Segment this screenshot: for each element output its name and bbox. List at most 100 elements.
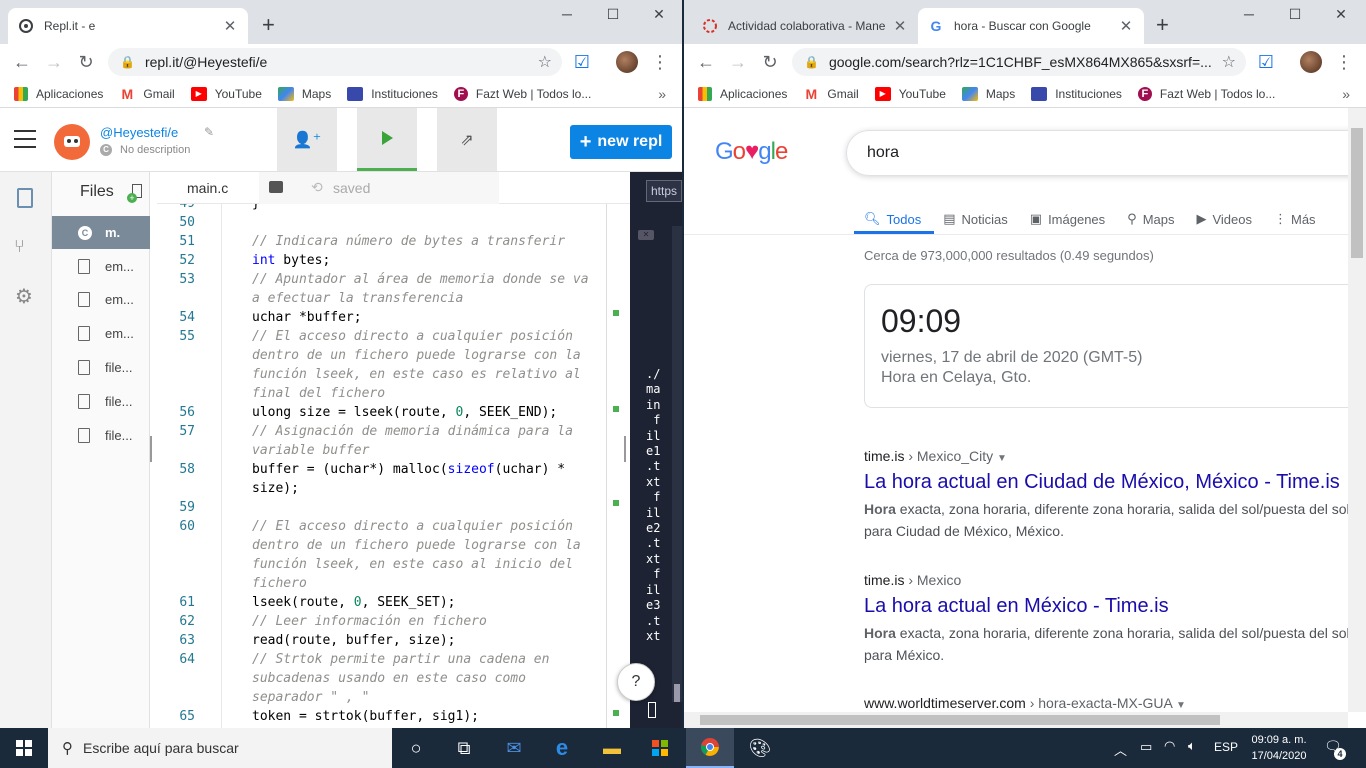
result-2-title[interactable]: La hora actual en México - Time.is (864, 595, 1169, 618)
vertical-scroll-thumb[interactable] (1351, 128, 1363, 258)
tab-replit[interactable]: Repl.it - e ✕ (8, 8, 248, 44)
bookmarks-more-icon[interactable]: » (658, 86, 666, 102)
maximize-button[interactable]: ☐ (1280, 6, 1310, 23)
repl-name[interactable]: @Heyestefi/e (100, 125, 178, 140)
bookmark-star-icon[interactable]: ☆ (1217, 52, 1236, 72)
google-logo[interactable]: Go♥gle (715, 138, 788, 166)
taskbar-clock[interactable]: 09:09 a. m. 17/04/2020 (1244, 732, 1314, 764)
clear-console-icon[interactable]: ✕ (638, 230, 654, 240)
panel-resize-handle[interactable] (150, 436, 152, 462)
horizontal-scrollbar[interactable] (684, 712, 1348, 728)
add-file-icon[interactable]: + (127, 184, 142, 203)
paint-icon[interactable]: 🎨︎ (736, 728, 784, 768)
new-tab-button[interactable]: + (1156, 14, 1169, 36)
tab-maps[interactable]: ⚲ Maps (1127, 211, 1174, 227)
language-indicator[interactable]: ESP (1214, 740, 1238, 754)
bookmark-gmail[interactable]: M Gmail (803, 86, 859, 102)
file-item[interactable]: file... (52, 351, 150, 384)
code-area[interactable]: 49} 50 51 // Indicara número de bytes a tra… (157, 204, 607, 728)
tab-imagenes[interactable]: ▣ Imágenes (1030, 211, 1105, 227)
dropdown-caret-icon[interactable]: ▼ (1176, 700, 1186, 711)
bookmark-youtube[interactable]: ▶ YouTube (874, 86, 946, 101)
files-icon[interactable] (17, 188, 33, 208)
task-view-icon[interactable]: ⧉ (440, 728, 488, 768)
file-item[interactable]: file... (52, 385, 150, 418)
bookmark-apps[interactable]: Aplicaciones (698, 86, 787, 101)
bookmark-maps[interactable]: Maps (277, 86, 331, 101)
invite-user-button[interactable]: 👤⁺ (277, 108, 337, 171)
menu-kebab-icon[interactable]: ⋮ (648, 50, 672, 74)
windows-start-icon[interactable] (0, 728, 48, 768)
extension-check-icon[interactable]: ☑ (1254, 50, 1278, 74)
tab-videos[interactable]: ▶ Videos (1196, 211, 1252, 227)
profile-avatar[interactable] (1300, 51, 1322, 73)
minimize-button[interactable]: ─ (1234, 6, 1264, 22)
wifi-icon[interactable]: ◠ (1164, 738, 1175, 754)
forward-arrow-icon[interactable]: → (42, 50, 66, 74)
edit-pencil-icon[interactable]: ✎ (204, 125, 214, 139)
result-1-title[interactable]: La hora actual en Ciudad de México, Méxi… (864, 471, 1340, 494)
bookmarks-more-icon[interactable]: » (1342, 86, 1350, 102)
editor-scrollbar-track[interactable] (606, 204, 607, 728)
file-item[interactable]: file... (52, 419, 150, 452)
result-2-url[interactable]: time.is › Mexico (864, 572, 961, 588)
console-resize-handle[interactable] (624, 436, 626, 462)
address-bar[interactable]: 🔒 google.com/search?rlz=1C1CHBF_esMX864M… (792, 48, 1246, 76)
mail-icon[interactable]: ✉ (490, 728, 538, 768)
reload-icon[interactable]: ↻ (758, 50, 782, 74)
version-control-icon[interactable]: ⑂ (14, 236, 25, 257)
run-button[interactable] (357, 108, 417, 171)
file-item[interactable]: em... (52, 250, 150, 283)
bookmark-maps[interactable]: Maps (961, 86, 1015, 101)
address-bar[interactable]: 🔒 repl.it/@Heyestefi/e ☆ (108, 48, 562, 76)
back-arrow-icon[interactable]: ← (694, 50, 718, 74)
bookmark-star-icon[interactable]: ☆ (538, 52, 552, 72)
extension-check-icon[interactable]: ☑ (570, 50, 594, 74)
settings-gear-icon[interactable]: ⚙ (15, 284, 33, 309)
profile-avatar[interactable] (616, 51, 638, 73)
vertical-scrollbar[interactable] (1348, 108, 1366, 712)
cortana-icon[interactable]: ○ (392, 728, 440, 768)
tab-google-search[interactable]: G hora - Buscar con Google ✕ (918, 8, 1144, 44)
dropdown-caret-icon[interactable]: ▼ (997, 453, 1007, 464)
chrome-icon[interactable] (686, 728, 734, 768)
minimize-button[interactable]: ─ (552, 6, 582, 22)
bookmark-fazt[interactable]: F Fazt Web | Todos lo... (1137, 86, 1275, 101)
store-icon[interactable] (636, 728, 684, 768)
new-tab-button[interactable]: + (262, 14, 275, 36)
bookmark-apps[interactable]: Aplicaciones (14, 86, 103, 101)
editor-tab-main-c[interactable]: main.c (187, 180, 228, 196)
bookmark-instituciones[interactable]: Instituciones (1031, 86, 1122, 101)
new-repl-button[interactable]: + new repl (570, 125, 672, 159)
search-box[interactable]: hora (846, 130, 1366, 176)
file-explorer-icon[interactable]: ▬ (588, 728, 636, 768)
horizontal-scroll-thumb[interactable] (700, 715, 1220, 725)
volume-icon[interactable]: 🔈︎ (1188, 738, 1196, 754)
user-avatar[interactable] (54, 124, 90, 160)
console-scrollbar[interactable] (672, 226, 682, 702)
menu-kebab-icon[interactable]: ⋮ (1332, 50, 1356, 74)
file-item[interactable]: em... (52, 317, 150, 350)
forward-arrow-icon[interactable]: → (726, 50, 750, 74)
edge-icon[interactable]: e (538, 728, 586, 768)
help-button[interactable]: ? (617, 663, 655, 701)
tab-todos[interactable]: 🔍︎ Todos (864, 211, 921, 227)
close-tab-icon[interactable]: ✕ (892, 17, 908, 35)
tab-noticias[interactable]: ▤ Noticias (943, 211, 1008, 227)
hamburger-menu-icon[interactable] (14, 130, 36, 148)
share-button[interactable]: ⇗ (437, 108, 497, 171)
bookmark-instituciones[interactable]: Instituciones (347, 86, 438, 101)
result-1-url[interactable]: time.is › Mexico_City ▼ (864, 448, 1007, 464)
close-tab-icon[interactable]: ✕ (1118, 17, 1134, 35)
back-arrow-icon[interactable]: ← (10, 50, 34, 74)
close-window-button[interactable]: ✕ (1326, 6, 1356, 23)
bookmark-gmail[interactable]: M Gmail (119, 86, 175, 102)
show-hidden-icons[interactable]: ︿ (1114, 740, 1127, 759)
console-url-field[interactable]: https (646, 180, 682, 202)
bookmark-youtube[interactable]: ▶ YouTube (190, 86, 262, 101)
battery-icon[interactable]: ▭ (1140, 739, 1152, 755)
bookmark-fazt[interactable]: F Fazt Web | Todos lo... (453, 86, 591, 101)
close-tab-icon[interactable]: ✕ (222, 17, 238, 35)
maximize-button[interactable]: ☐ (598, 6, 628, 23)
taskbar-search-box[interactable]: ⚲ Escribe aquí para buscar (48, 728, 392, 768)
